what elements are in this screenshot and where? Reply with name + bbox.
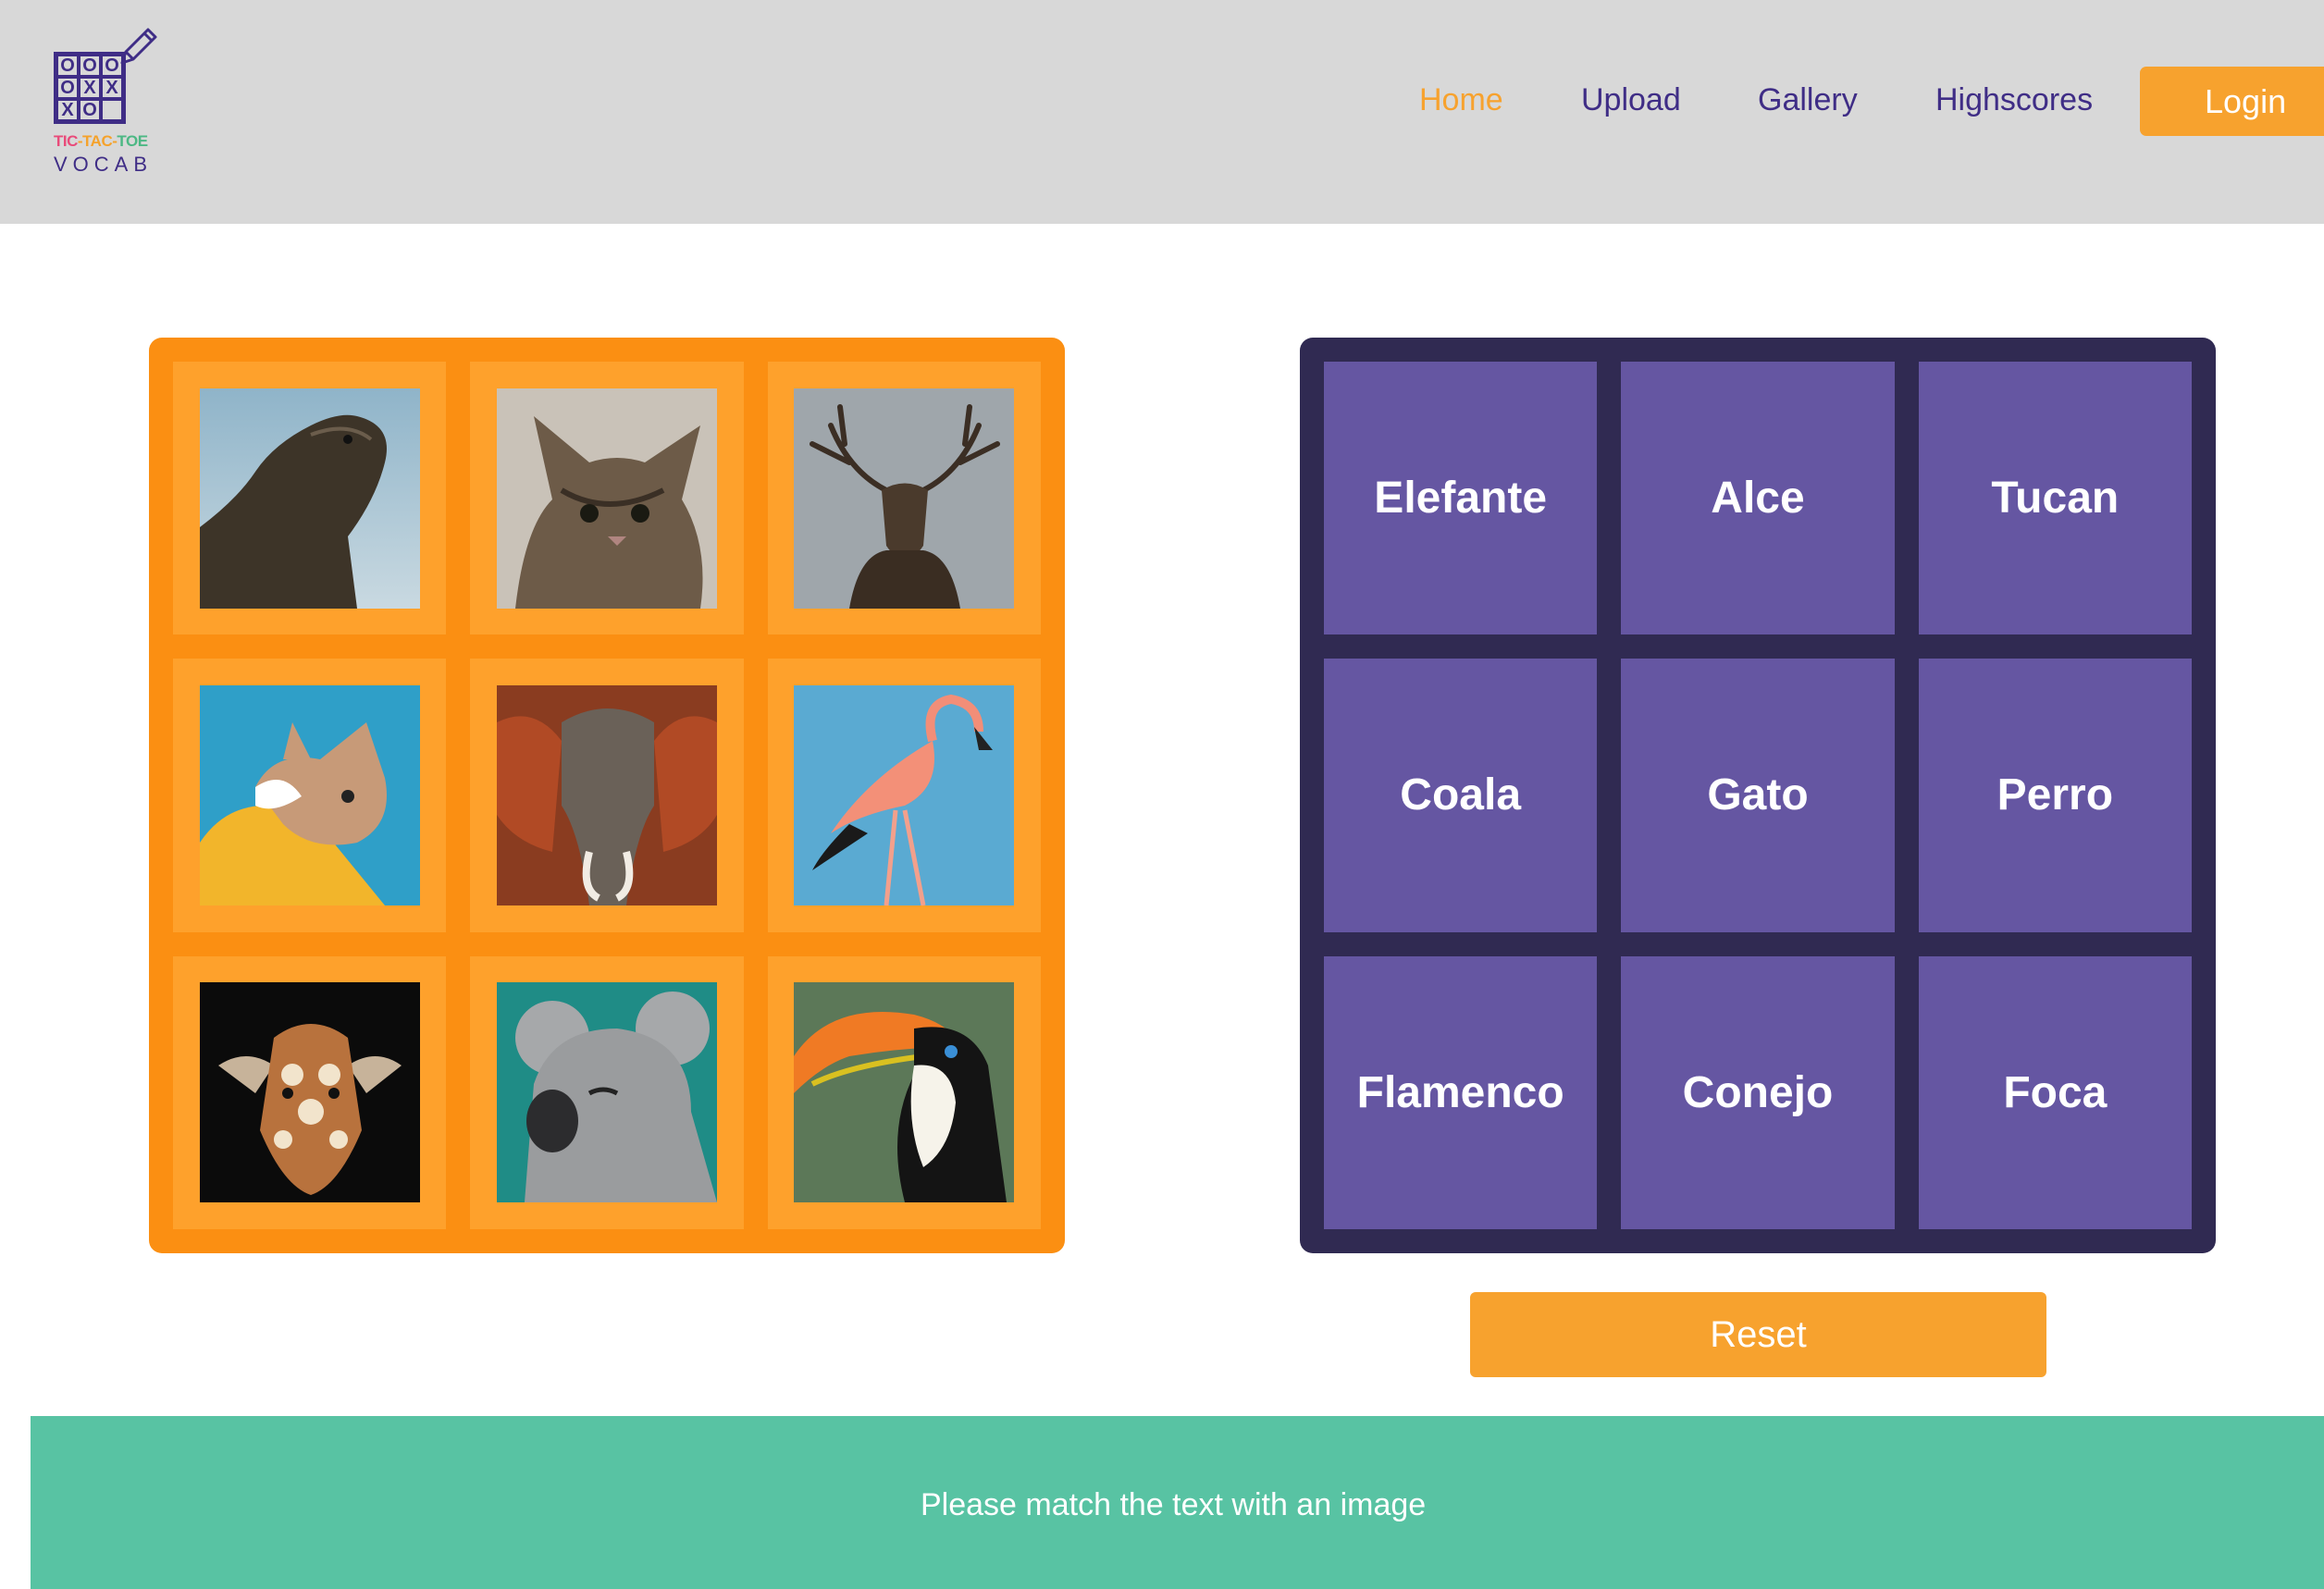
- image-board: [149, 338, 1065, 1253]
- word-board: Elefante Alce Tucan Coala Gato Perro Fla…: [1300, 338, 2216, 1253]
- elephant-photo: [496, 684, 717, 905]
- sea-lion-photo: [199, 388, 420, 609]
- image-cell[interactable]: [173, 955, 447, 1229]
- logo-title-line-2: VOCAB: [54, 153, 154, 176]
- nav-highscores[interactable]: Highscores: [1935, 80, 2093, 120]
- image-cell[interactable]: [767, 955, 1041, 1229]
- image-cell[interactable]: [470, 659, 744, 932]
- word-tile-perro[interactable]: Perro: [1918, 659, 2192, 932]
- login-button[interactable]: Login: [2140, 67, 2324, 136]
- pencil-icon: [120, 28, 157, 65]
- logo-title-line-1: TIC-TAC-TOE: [54, 132, 148, 150]
- kitten-photo: [496, 388, 717, 609]
- toucan-photo: [794, 982, 1015, 1203]
- word-tile-alce[interactable]: Alce: [1621, 362, 1895, 635]
- image-cell[interactable]: [173, 659, 447, 932]
- status-message-text: Please match the text with an image: [921, 1487, 1427, 1522]
- image-cell[interactable]: [767, 659, 1041, 932]
- nav-gallery[interactable]: Gallery: [1758, 80, 1858, 120]
- top-nav-bar: O O O O X X X O TIC-TAC-TOE VOCAB Home U…: [0, 0, 2324, 224]
- word-tile-foca[interactable]: Foca: [1918, 955, 2192, 1229]
- image-cell[interactable]: [470, 955, 744, 1229]
- word-tile-flamenco[interactable]: Flamenco: [1324, 955, 1598, 1229]
- tic-tac-toe-vocab-logo[interactable]: O O O O X X X O TIC-TAC-TOE VOCAB: [48, 24, 159, 181]
- word-tile-conejo[interactable]: Conejo: [1621, 955, 1895, 1229]
- flamingo-photo: [794, 684, 1015, 905]
- french-bulldog-photo: [199, 684, 420, 905]
- image-cell[interactable]: [470, 362, 744, 635]
- footer-status-bar: Please match the text with an image: [31, 1416, 2324, 1589]
- word-tile-elefante[interactable]: Elefante: [1324, 362, 1598, 635]
- nav-upload[interactable]: Upload: [1581, 80, 1681, 120]
- nav-home[interactable]: Home: [1419, 80, 1503, 120]
- giraffe-photo: [199, 982, 420, 1203]
- image-cell[interactable]: [767, 362, 1041, 635]
- word-tile-gato[interactable]: Gato: [1621, 659, 1895, 932]
- word-tile-tucan[interactable]: Tucan: [1918, 362, 2192, 635]
- image-cell[interactable]: [173, 362, 447, 635]
- deer-photo: [794, 388, 1015, 609]
- word-tile-coala[interactable]: Coala: [1324, 659, 1598, 932]
- koala-photo: [496, 982, 717, 1203]
- reset-button[interactable]: Reset: [1470, 1292, 2046, 1377]
